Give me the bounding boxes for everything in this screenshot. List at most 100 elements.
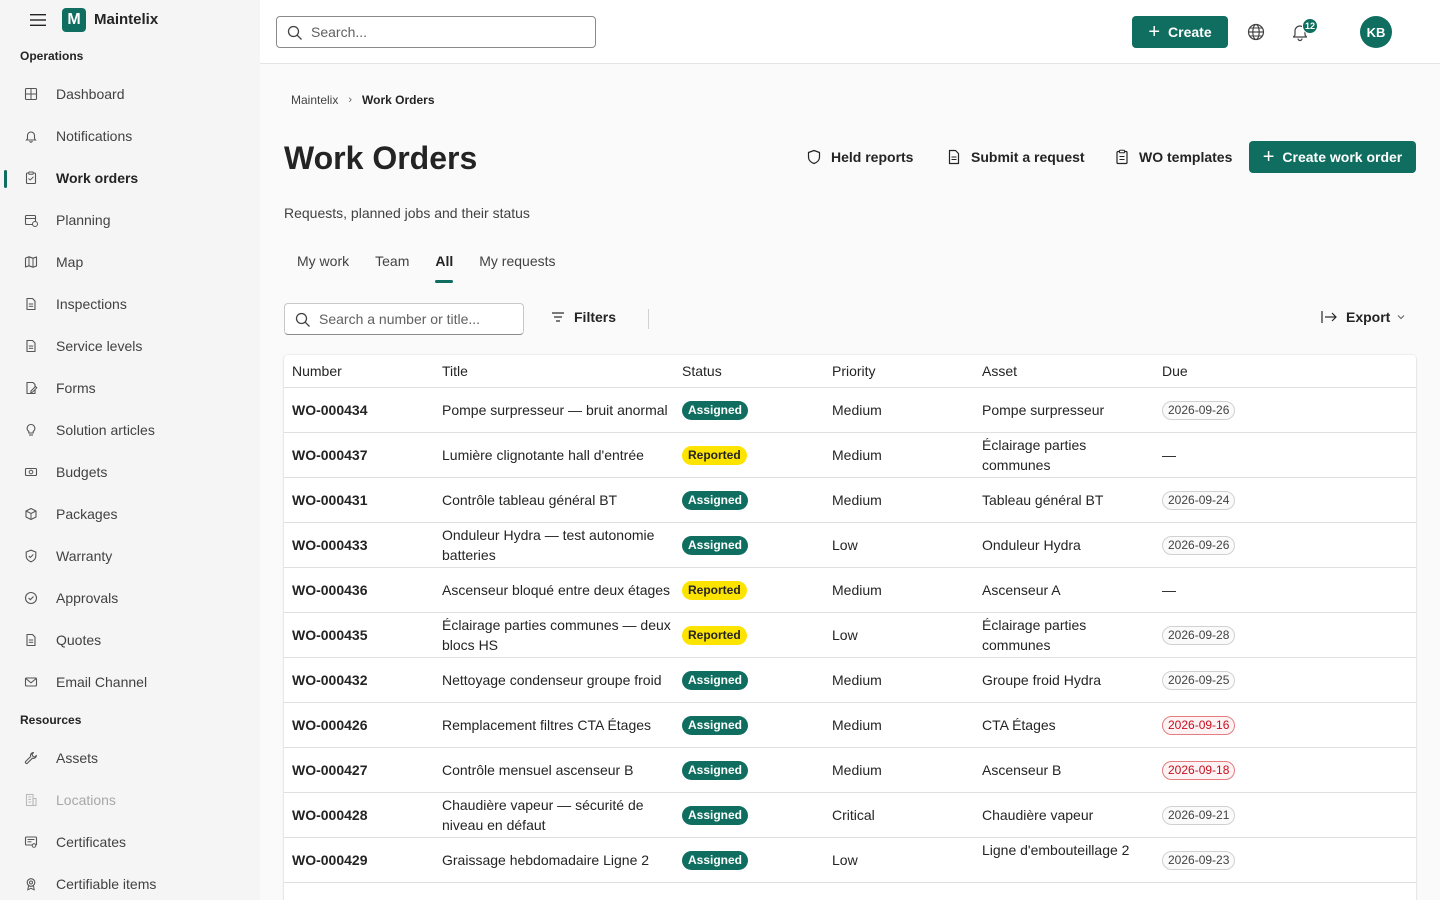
search-icon xyxy=(287,25,302,40)
filters-button[interactable]: Filters xyxy=(550,309,616,325)
column-header-status[interactable]: Status xyxy=(682,363,722,379)
tab-my-work[interactable]: My work xyxy=(284,250,362,286)
table-row[interactable]: WO-000437 Lumière clignotante hall d'entr… xyxy=(284,433,1416,478)
table-search[interactable] xyxy=(284,303,524,335)
wo-number: WO-000427 xyxy=(292,762,368,778)
wo-title: Remplacement filtres CTA Étages xyxy=(442,717,652,733)
sidebar-item-assets[interactable]: Assets xyxy=(0,740,260,776)
breadcrumb-root[interactable]: Maintelix xyxy=(291,93,338,107)
status-badge: Assigned xyxy=(682,401,749,420)
table-row[interactable]: WO-000432 Nettoyage condenseur groupe fro… xyxy=(284,658,1416,703)
table-row[interactable]: WO-000434 Pompe surpresseur — bruit anorm… xyxy=(284,388,1416,433)
create-work-order-label: Create work order xyxy=(1282,149,1403,165)
sidebar-item-budgets[interactable]: Budgets xyxy=(0,454,260,490)
wo-title: Éclairage parties communes — deux blocs … xyxy=(442,617,671,653)
sidebar-item-dashboard[interactable]: Dashboard xyxy=(0,76,260,112)
sidebar-item-label: Quotes xyxy=(56,632,102,648)
held-reports-button[interactable]: Held reports xyxy=(806,147,913,167)
chevron-down-icon xyxy=(1397,315,1405,320)
wo-title: Graissage hebdomadaire Ligne 2 xyxy=(442,852,650,868)
app-logo[interactable]: M xyxy=(62,8,86,32)
work-orders-table: Number Title Status Priority Asset Due W… xyxy=(284,355,1416,900)
column-header-number[interactable]: Number xyxy=(292,363,342,379)
sidebar-item-service-levels[interactable]: Service levels xyxy=(0,328,260,364)
check-circle-icon xyxy=(24,591,38,605)
sidebar-item-label: Certificates xyxy=(56,834,127,850)
tab-team[interactable]: Team xyxy=(362,250,422,286)
table-row[interactable]: WO-000435 Éclairage parties communes — de… xyxy=(284,613,1416,658)
table-row[interactable]: WO-000429 Graissage hebdomadaire Ligne 2 A… xyxy=(284,838,1416,883)
sidebar-item-quotes[interactable]: Quotes xyxy=(0,622,260,658)
form-icon xyxy=(26,381,38,395)
view-tabs: My work Team All My requests xyxy=(284,250,569,286)
sidebar-item-label: Packages xyxy=(56,506,118,522)
status-badge: Assigned xyxy=(682,851,749,870)
sidebar-item-packages[interactable]: Packages xyxy=(0,496,260,532)
app-name: Maintelix xyxy=(94,11,159,28)
sidebar-item-certifiable-items[interactable]: Certifiable items xyxy=(0,866,260,900)
global-search-input[interactable] xyxy=(311,17,591,47)
asset-value: Éclairage parties communes xyxy=(982,437,1087,473)
sidebar-item-label: Warranty xyxy=(56,548,113,564)
sidebar-item-approvals[interactable]: Approvals xyxy=(0,580,260,616)
wo-templates-button[interactable]: WO templates xyxy=(1114,147,1232,167)
sidebar-item-forms[interactable]: Forms xyxy=(0,370,260,406)
user-avatar[interactable]: KB xyxy=(1360,16,1392,48)
table-row[interactable]: WO-000433 Onduleur Hydra — test autonomie… xyxy=(284,523,1416,568)
sidebar-item-label: Budgets xyxy=(56,464,108,480)
brand: M Maintelix xyxy=(0,0,260,40)
sidebar-item-work-orders[interactable]: Work orders xyxy=(0,160,260,196)
priority-value: Critical xyxy=(832,807,875,823)
asset-value: CTA Étages xyxy=(982,717,1056,733)
sidebar-item-label: Notifications xyxy=(56,128,133,144)
table-search-input[interactable] xyxy=(319,304,519,334)
table-row[interactable]: WO-000426 Remplacement filtres CTA Étages… xyxy=(284,703,1416,748)
asset-value: Tableau général BT xyxy=(982,492,1104,508)
wo-number: WO-000434 xyxy=(292,402,368,418)
table-row[interactable]: WO-000428 Chaudière vapeur — sécurité de … xyxy=(284,793,1416,838)
create-work-order-button[interactable]: + Create work order xyxy=(1249,141,1416,173)
table-row[interactable]: WO-000431 Contrôle tableau général BT Assi… xyxy=(284,478,1416,523)
shield-icon xyxy=(807,149,821,165)
due-date-empty: — xyxy=(1162,582,1176,598)
status-badge: Assigned xyxy=(682,536,749,555)
notification-count-badge: 12 xyxy=(1302,18,1318,34)
column-header-asset[interactable]: Asset xyxy=(982,363,1017,379)
sidebar-item-warranty[interactable]: Warranty xyxy=(0,538,260,574)
sidebar-item-certificates[interactable]: Certificates xyxy=(0,824,260,860)
sidebar-item-planning[interactable]: Planning xyxy=(0,202,260,238)
due-date: 2026-09-28 xyxy=(1162,626,1236,645)
sidebar: M Maintelix Operations Dashboard Notificat… xyxy=(0,0,260,900)
sidebar-item-solution-articles[interactable]: Solution articles xyxy=(0,412,260,448)
table-row[interactable]: WO-000427 Contrôle mensuel ascenseur B Ass… xyxy=(284,748,1416,793)
submit-request-button[interactable]: Submit a request xyxy=(946,147,1085,167)
sidebar-item-map[interactable]: Map xyxy=(0,244,260,280)
globe-icon[interactable] xyxy=(1246,22,1266,42)
create-button[interactable]: + Create xyxy=(1132,16,1228,48)
breadcrumb-current: Work Orders xyxy=(362,93,435,107)
hamburger-menu-icon[interactable] xyxy=(28,12,48,28)
sidebar-item-label: Work orders xyxy=(56,170,139,186)
table-row[interactable]: WO-000436 Ascenseur bloqué entre deux éta… xyxy=(284,568,1416,613)
wo-title: Nettoyage condenseur groupe froid xyxy=(442,672,662,688)
due-date: 2026-09-24 xyxy=(1162,491,1236,510)
chevron-right-icon: › xyxy=(348,94,353,106)
wo-templates-label: WO templates xyxy=(1139,149,1233,165)
global-search[interactable] xyxy=(276,16,596,48)
priority-value: Medium xyxy=(832,717,882,733)
wo-title: Chaudière vapeur — sécurité de niveau en… xyxy=(442,797,644,833)
tab-all[interactable]: All xyxy=(422,250,466,286)
column-header-title[interactable]: Title xyxy=(442,363,468,379)
sidebar-item-email-channel[interactable]: Email Channel xyxy=(0,664,260,700)
due-date: 2026-09-26 xyxy=(1162,536,1236,555)
sidebar-item-inspections[interactable]: Inspections xyxy=(0,286,260,322)
export-button[interactable]: Export xyxy=(1320,309,1406,325)
column-header-due[interactable]: Due xyxy=(1162,363,1188,379)
priority-value: Medium xyxy=(832,447,882,463)
table-header: Number Title Status Priority Asset Due xyxy=(284,355,1416,388)
column-header-priority[interactable]: Priority xyxy=(832,363,876,379)
sidebar-item-notifications[interactable]: Notifications xyxy=(0,118,260,154)
status-badge: Reported xyxy=(682,626,747,645)
tab-my-requests[interactable]: My requests xyxy=(466,250,568,286)
sidebar-item-locations[interactable]: Locations xyxy=(0,782,260,818)
